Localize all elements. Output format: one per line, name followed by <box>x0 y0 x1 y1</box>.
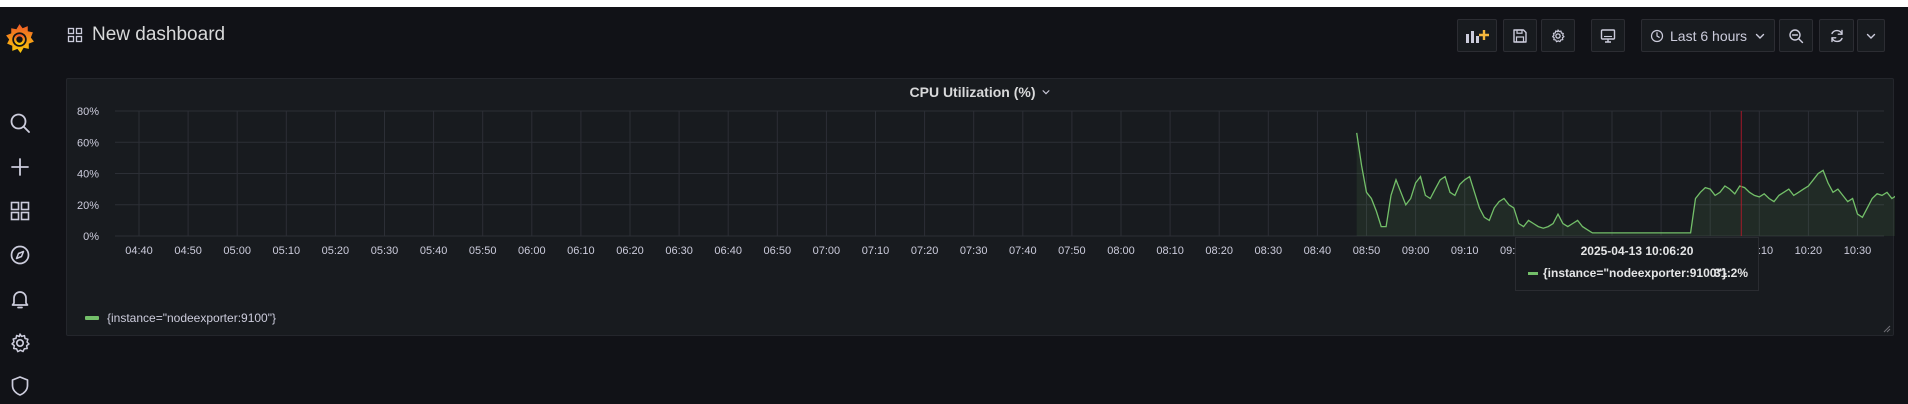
legend-series-label[interactable]: {instance="nodeexporter:9100"} <box>107 311 276 325</box>
x-tick-label: 06:10 <box>567 245 595 257</box>
x-tick-label: 05:30 <box>371 245 399 257</box>
x-tick-label: 06:00 <box>518 245 546 257</box>
x-tick-label: 08:50 <box>1353 245 1381 257</box>
x-tick-label: 08:40 <box>1304 245 1332 257</box>
save-icon <box>1513 28 1527 43</box>
panel-header[interactable]: CPU Utilization (%) <box>67 84 1893 100</box>
x-tick-label: 04:50 <box>174 245 202 257</box>
dashboard-settings-button[interactable] <box>1541 19 1575 52</box>
y-tick-label: 40% <box>77 169 99 181</box>
y-tick-label: 60% <box>77 137 99 149</box>
x-tick-label: 07:20 <box>911 245 939 257</box>
chevron-down-icon <box>1866 33 1876 39</box>
x-tick-label: 05:20 <box>322 245 350 257</box>
panel-title[interactable]: CPU Utilization (%) <box>910 84 1036 100</box>
x-tick-label: 05:10 <box>273 245 301 257</box>
x-tick-label: 07:10 <box>862 245 890 257</box>
side-menu <box>0 7 40 404</box>
x-tick-label: 06:50 <box>764 245 792 257</box>
tooltip-series-label: {instance="nodeexporter:9100"}: <box>1543 266 1731 280</box>
time-range-label: Last 6 hours <box>1670 27 1748 44</box>
x-tick-label: 06:30 <box>665 245 693 257</box>
search-icon[interactable] <box>8 111 32 135</box>
x-tick-label: 10:30 <box>1844 245 1872 257</box>
x-tick-label: 08:00 <box>1107 245 1135 257</box>
top-strip <box>0 0 1908 7</box>
bell-icon[interactable] <box>8 287 32 311</box>
tv-mode-icon <box>1600 28 1616 43</box>
refresh-interval-button[interactable] <box>1857 19 1885 52</box>
cpu-utilization-panel[interactable]: 80% 60% 40% 20% 0% 04:40 04:50 05:00 05:10 05:20… <box>66 78 1895 337</box>
x-tick-label: 10:20 <box>1795 245 1823 257</box>
dashboard-title-group[interactable]: New dashboard <box>67 24 225 46</box>
x-tick-label: 07:30 <box>960 245 988 257</box>
cpu-chart[interactable]: 80% 60% 40% 20% 0% 04:40 04:50 05:00 05:10 05:20… <box>67 79 1895 337</box>
x-tick-label: 07:40 <box>1009 245 1037 257</box>
resize-handle-icon[interactable] <box>1883 325 1891 333</box>
grafana-logo-icon[interactable] <box>3 22 36 55</box>
gear-icon[interactable] <box>8 331 32 355</box>
dashboard-navbar: New dashboard Last 6 hours <box>40 7 1908 63</box>
x-tick-label: 04:40 <box>125 245 153 257</box>
refresh-icon <box>1830 29 1843 42</box>
dashboard-title[interactable]: New dashboard <box>92 24 225 46</box>
refresh-button[interactable] <box>1819 19 1854 52</box>
x-tick-label: 07:50 <box>1058 245 1086 257</box>
add-panel-icon <box>1466 29 1489 43</box>
plus-icon[interactable] <box>8 155 32 179</box>
chart-tooltip: 2025-04-13 10:06:20 {instance="nodeexpor… <box>1515 237 1759 291</box>
y-tick-label: 20% <box>77 200 99 212</box>
x-tick-label: 05:00 <box>223 245 251 257</box>
x-tick-label: 08:30 <box>1255 245 1283 257</box>
add-panel-button[interactable] <box>1457 19 1497 52</box>
zoom-out-icon <box>1789 28 1804 43</box>
tv-mode-button[interactable] <box>1591 19 1625 52</box>
tooltip-value: 31.2% <box>1714 266 1749 280</box>
chevron-down-icon[interactable] <box>1041 87 1051 97</box>
x-tick-label: 08:10 <box>1156 245 1184 257</box>
x-tick-label: 09:10 <box>1451 245 1479 257</box>
x-tick-label: 05:50 <box>469 245 497 257</box>
y-tick-label: 80% <box>77 106 99 118</box>
x-tick-label: 06:40 <box>714 245 742 257</box>
zoom-out-button[interactable] <box>1779 19 1813 52</box>
x-tick-label: 07:00 <box>813 245 841 257</box>
x-tick-label: 08:20 <box>1205 245 1233 257</box>
settings-gear-icon <box>1552 28 1565 42</box>
x-tick-label: 09:00 <box>1402 245 1430 257</box>
shield-icon[interactable] <box>8 374 32 398</box>
tooltip-series-row: {instance="nodeexporter:9100"}: <box>1528 266 1731 280</box>
compass-icon[interactable] <box>8 243 32 267</box>
clock-icon <box>1650 29 1664 42</box>
x-tick-label: 05:40 <box>420 245 448 257</box>
chevron-down-icon <box>1755 33 1765 39</box>
time-range-picker[interactable]: Last 6 hours <box>1641 19 1775 52</box>
tooltip-series-swatch <box>1528 271 1538 275</box>
chart-legend: {instance="nodeexporter:9100"} <box>85 311 276 325</box>
tooltip-time: 2025-04-13 10:06:20 <box>1580 244 1694 258</box>
dashboards-grid-icon[interactable] <box>8 199 32 223</box>
dashboard-grid-icon <box>67 27 83 43</box>
save-dashboard-button[interactable] <box>1503 19 1537 52</box>
y-tick-label: 0% <box>83 231 99 243</box>
x-tick-label: 06:20 <box>616 245 644 257</box>
legend-color-swatch <box>85 316 99 320</box>
